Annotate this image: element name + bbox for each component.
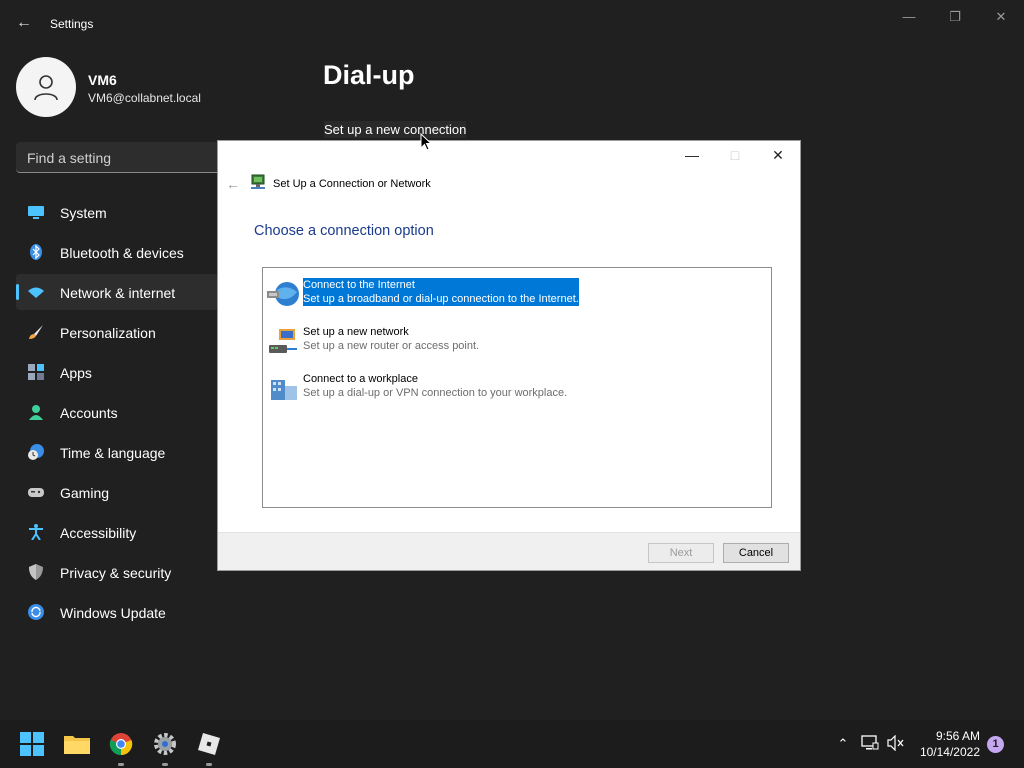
workplace-icon	[271, 380, 297, 400]
close-icon[interactable]: ✕	[768, 147, 788, 163]
shield-icon	[29, 564, 43, 580]
sidebar-item-label: Time & language	[60, 445, 166, 461]
clock-globe-icon	[28, 444, 44, 460]
minimize-icon[interactable]: —	[682, 147, 702, 163]
setup-connection-dialog: — □ ✕ ← Set Up a Connection or Network C…	[217, 140, 801, 571]
sidebar-item-label: Bluetooth & devices	[60, 245, 184, 261]
option-title: Connect to the Internet	[303, 279, 415, 291]
windows-logo-icon	[20, 732, 44, 756]
chevron-up-icon[interactable]: ⌃	[834, 735, 852, 753]
option-new-network[interactable]: Set up a new network Set up a new router…	[267, 325, 767, 361]
app-title: Settings	[50, 17, 94, 31]
accessibility-icon	[29, 524, 43, 540]
network-setup-icon	[251, 174, 265, 189]
user-email: VM6@collabnet.local	[88, 91, 201, 105]
next-button[interactable]: Next	[648, 543, 714, 563]
apps-icon	[28, 364, 44, 380]
sidebar-item-label: System	[60, 205, 107, 221]
roblox-icon[interactable]	[193, 728, 225, 766]
person-icon	[34, 75, 58, 101]
running-indicator	[162, 763, 168, 766]
back-arrow-icon[interactable]: ←	[226, 176, 240, 192]
page-title: Dial-up	[323, 60, 415, 90]
sidebar-item-gaming[interactable]: Gaming	[16, 474, 218, 510]
sidebar-item-personalization[interactable]: Personalization	[16, 314, 218, 350]
gear-icon	[154, 733, 176, 755]
sidebar-item-apps[interactable]: Apps	[16, 354, 218, 390]
wifi-icon	[28, 287, 44, 298]
mouse-cursor-icon	[420, 133, 432, 151]
maximize-icon[interactable]: ❐	[946, 8, 964, 26]
sidebar-item-time-language[interactable]: Time & language	[16, 434, 218, 470]
sidebar-nav: System Bluetooth & devices Network & int…	[16, 194, 218, 634]
update-icon	[28, 604, 44, 620]
chrome-logo-icon	[109, 733, 133, 756]
router-icon	[269, 329, 297, 353]
brush-icon	[29, 325, 43, 339]
running-indicator	[206, 763, 212, 766]
settings-gear-icon[interactable]	[149, 728, 181, 766]
gamepad-icon	[28, 488, 44, 497]
option-description: Set up a broadband or dial-up connection…	[303, 293, 579, 305]
sidebar-item-label: Accessibility	[60, 525, 137, 541]
globe-network-icon	[267, 282, 299, 306]
dialog-footer: Next Cancel	[218, 532, 800, 570]
sidebar-item-bluetooth[interactable]: Bluetooth & devices	[16, 234, 218, 270]
sidebar-item-label: Apps	[60, 365, 92, 381]
chrome-icon[interactable]	[105, 728, 137, 766]
search-input[interactable]: Find a setting	[16, 142, 232, 173]
close-icon[interactable]: ✕	[992, 8, 1010, 26]
running-indicator	[118, 763, 124, 766]
sidebar-item-system[interactable]: System	[16, 194, 218, 230]
sidebar-item-accessibility[interactable]: Accessibility	[16, 514, 218, 550]
roblox-logo-icon	[198, 733, 220, 755]
windows-start-icon[interactable]	[16, 728, 48, 760]
option-title: Connect to a workplace	[303, 373, 418, 385]
back-arrow-icon[interactable]: ←	[14, 12, 34, 34]
option-text: Connect to a workplace Set up a dial-up …	[303, 372, 567, 400]
setup-new-connection-link[interactable]: Set up a new connection	[324, 121, 467, 138]
sidebar-item-privacy[interactable]: Privacy & security	[16, 554, 218, 590]
option-text: Set up a new network Set up a new router…	[303, 325, 479, 353]
minimize-icon[interactable]: —	[900, 8, 918, 26]
sidebar-item-label: Gaming	[60, 485, 110, 501]
sidebar-item-accounts[interactable]: Accounts	[16, 394, 218, 430]
speaker-mute-icon	[887, 734, 904, 752]
maximize-icon: □	[730, 147, 740, 163]
monitor-icon	[28, 206, 44, 219]
sidebar-item-label: Accounts	[60, 405, 118, 421]
user-name: VM6	[88, 72, 117, 88]
dialog-title: Set Up a Connection or Network	[273, 178, 431, 190]
network-icon[interactable]	[861, 735, 879, 753]
file-explorer-icon[interactable]	[61, 728, 93, 760]
option-text: Connect to the Internet Set up a broadba…	[303, 278, 579, 306]
connection-option-list: Connect to the Internet Set up a broadba…	[262, 267, 772, 508]
sidebar-item-network[interactable]: Network & internet	[16, 274, 218, 310]
taskbar: ⌃	[0, 720, 1024, 768]
sidebar-item-label: Windows Update	[60, 605, 166, 621]
sidebar-item-label: Personalization	[60, 325, 156, 341]
bluetooth-icon	[30, 244, 42, 260]
option-connect-workplace[interactable]: Connect to a workplace Set up a dial-up …	[267, 372, 767, 408]
sidebar-item-windows-update[interactable]: Windows Update	[16, 594, 218, 630]
option-description: Set up a new router or access point.	[303, 340, 480, 352]
option-connect-internet[interactable]: Connect to the Internet Set up a broadba…	[267, 278, 767, 314]
monitor-network-icon	[861, 735, 879, 750]
title-bar: ← Settings — ❐ ✕	[0, 0, 1024, 48]
option-title: Set up a new network	[303, 326, 409, 338]
volume-muted-icon[interactable]	[887, 734, 905, 753]
avatar[interactable]	[16, 57, 76, 117]
clock-date[interactable]: 10/14/2022	[912, 745, 980, 759]
sidebar-item-label: Privacy & security	[60, 565, 172, 581]
person-icon	[29, 405, 43, 420]
option-description: Set up a dial-up or VPN connection to yo…	[303, 387, 568, 399]
notification-badge[interactable]: 1	[987, 736, 1004, 753]
sidebar-item-label: Network & internet	[60, 285, 176, 301]
search-placeholder: Find a setting	[27, 150, 112, 166]
folder-icon	[64, 736, 90, 754]
clock-time[interactable]: 9:56 AM	[920, 729, 980, 743]
dialog-heading: Choose a connection option	[254, 223, 434, 239]
cancel-button[interactable]: Cancel	[723, 543, 789, 563]
